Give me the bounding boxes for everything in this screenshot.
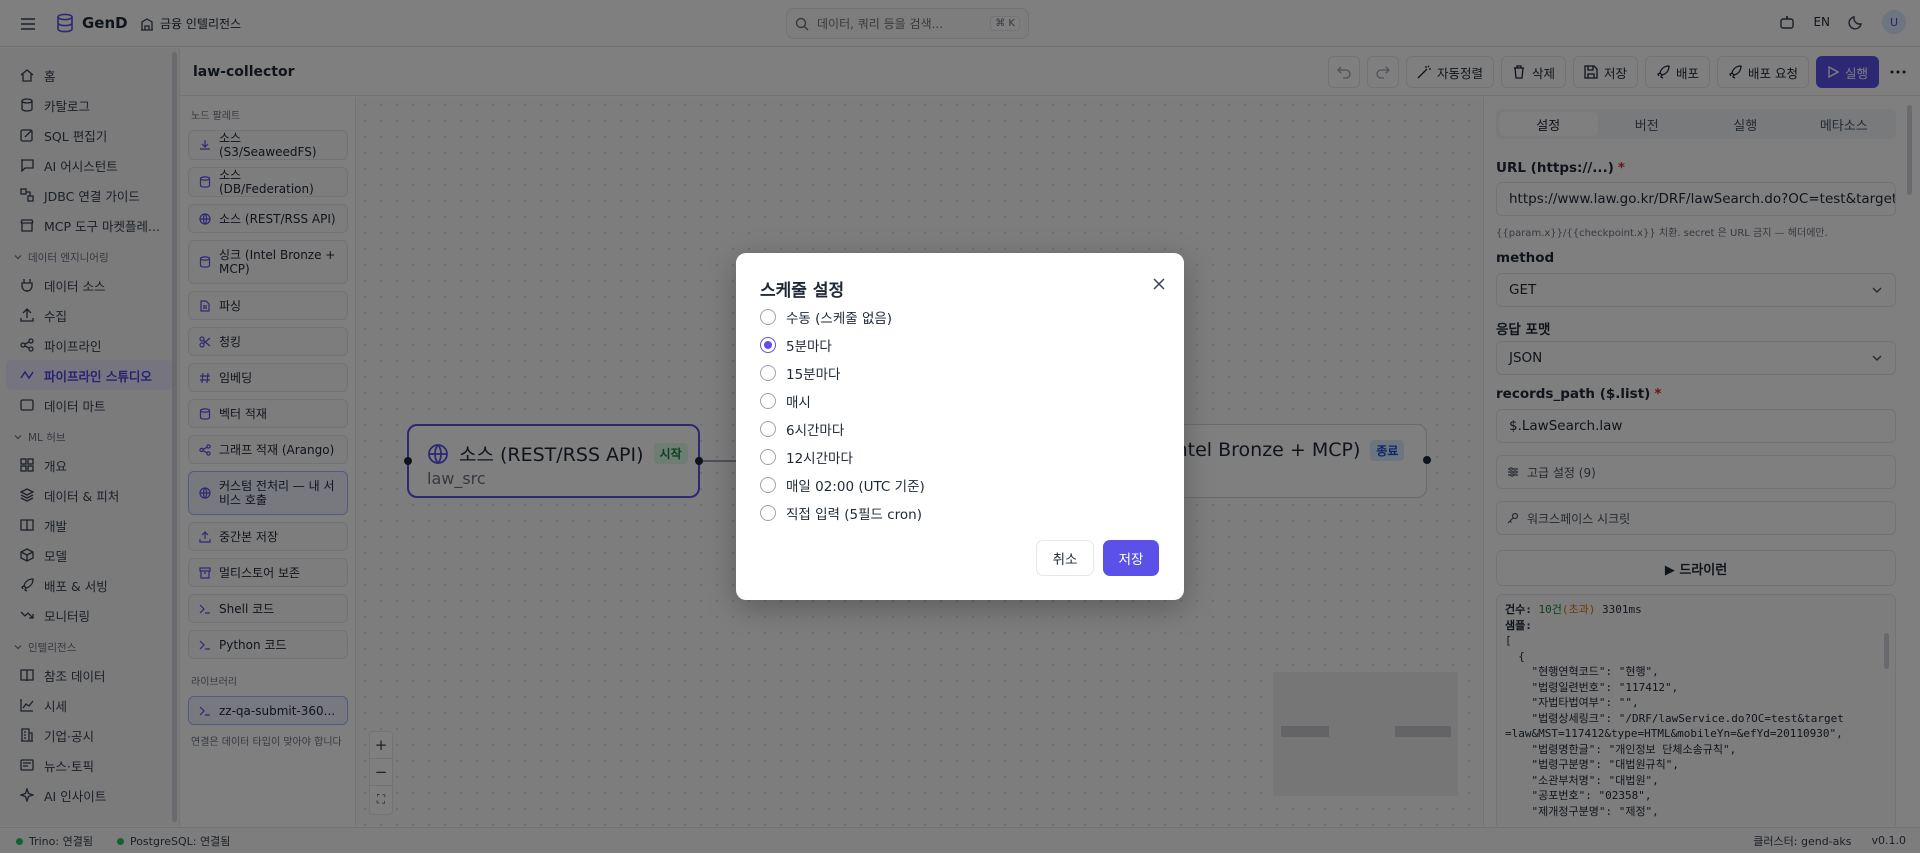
schedule-option[interactable]: 15분마다 [760,359,925,387]
schedule-option[interactable]: 12시간마다 [760,443,925,471]
schedule-option[interactable]: 수동 (스케줄 없음) [760,303,925,331]
save-schedule-button[interactable]: 저장 [1103,540,1159,576]
schedule-option[interactable]: 직접 입력 (5필드 cron) [760,499,925,527]
schedule-option[interactable]: 5분마다 [760,331,925,359]
dialog-title: 스케줄 설정 [760,281,845,301]
radio-button[interactable] [760,365,776,381]
radio-button[interactable] [760,309,776,325]
radio-button[interactable] [760,449,776,465]
radio-button[interactable] [760,337,776,353]
cancel-button[interactable]: 취소 [1036,540,1094,576]
radio-button[interactable] [760,505,776,521]
schedule-option[interactable]: 매일 02:00 (UTC 기준) [760,471,925,499]
schedule-option[interactable]: 6시간마다 [760,415,925,443]
radio-button[interactable] [760,393,776,409]
radio-button[interactable] [760,477,776,493]
schedule-option[interactable]: 매시 [760,387,925,415]
close-icon[interactable] [1150,275,1168,293]
schedule-options: 수동 (스케줄 없음) 5분마다 15분마다 매시 6시간마다 12시간마다 매… [760,303,925,527]
schedule-dialog: 스케줄 설정 수동 (스케줄 없음) 5분마다 15분마다 매시 6시간마다 1… [736,253,1184,600]
radio-button[interactable] [760,421,776,437]
